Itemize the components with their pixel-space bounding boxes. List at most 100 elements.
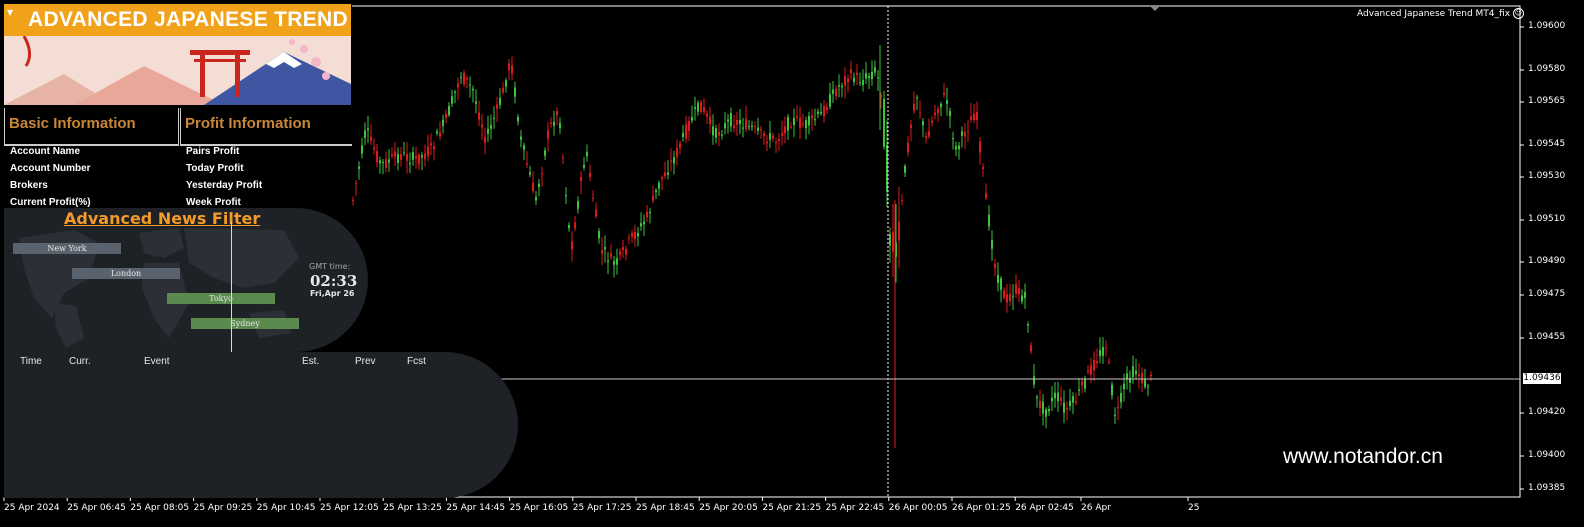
gmt-time: 02:33: [310, 272, 358, 290]
candle-body: [631, 233, 633, 237]
profit-info-header: Profit Information: [180, 108, 352, 146]
candle-body: [973, 113, 975, 120]
candle-body: [826, 107, 828, 111]
candle-body: [1021, 295, 1023, 302]
col-forecast: Fcst: [407, 356, 426, 367]
time-tick-label: 25: [1188, 503, 1200, 513]
candle-body: [769, 133, 771, 140]
candle-body: [373, 147, 375, 150]
candle-body: [1054, 392, 1056, 399]
dashboard-panel: ▼ ADVANCED JAPANESE TREND Basic Informat…: [4, 4, 352, 212]
candle-body: [526, 163, 528, 165]
candle-body: [1150, 374, 1152, 377]
candle-body: [829, 94, 831, 107]
candle-body: [529, 172, 531, 175]
candle-body: [1042, 401, 1044, 414]
candle-body: [751, 125, 753, 128]
candle-body: [985, 193, 987, 198]
smile-icon[interactable]: ☺: [1512, 8, 1524, 19]
candle-body: [943, 92, 945, 95]
candle-body: [841, 85, 843, 88]
candle-body: [1036, 396, 1038, 399]
candle-body: [571, 241, 573, 250]
time-tick-label: 25 Apr 18:45: [636, 503, 695, 513]
candle-body: [436, 131, 438, 134]
candle-body: [418, 154, 420, 165]
candle-body: [1093, 359, 1095, 371]
candle-body: [952, 138, 954, 140]
candle-body: [835, 89, 837, 96]
session-bar-new-york: New York: [13, 243, 121, 254]
candle-body: [1111, 384, 1113, 396]
candle-body: [1090, 365, 1092, 375]
candle-body: [994, 263, 996, 268]
candle-body: [469, 84, 471, 86]
candle-body: [976, 112, 978, 121]
candle-body: [967, 130, 969, 132]
candle-body: [721, 134, 723, 136]
candle-body: [733, 125, 735, 128]
time-tick-label: 25 Apr 14:45: [446, 503, 506, 513]
candle-body: [568, 225, 570, 229]
time-tick-label: 26 Apr 01:25: [952, 503, 1011, 513]
candle-body: [463, 72, 465, 85]
candle-body: [376, 151, 378, 163]
collapse-icon[interactable]: ▼: [7, 8, 13, 17]
candle-body: [613, 261, 615, 265]
candle-body: [865, 73, 867, 79]
candle-body: [736, 119, 738, 125]
candle-body: [820, 111, 822, 114]
price-tick-label: 1.09565: [1528, 96, 1566, 106]
price-tick-label: 1.09510: [1528, 214, 1566, 224]
candle-body: [481, 124, 483, 128]
candle-body: [685, 124, 687, 139]
candle-body: [778, 138, 780, 142]
candle-body: [724, 123, 726, 129]
candle-body: [1012, 296, 1014, 298]
candle-body: [1039, 400, 1041, 409]
candle-body: [754, 126, 756, 128]
col-previous: Prev: [355, 356, 376, 367]
candle-body: [739, 120, 741, 124]
candle-body: [505, 80, 507, 87]
price-tick-label: 1.09475: [1528, 289, 1566, 299]
candle-body: [472, 88, 474, 91]
candle-body: [991, 240, 993, 249]
candle-body: [1048, 409, 1050, 412]
candle-body: [904, 165, 906, 173]
session-bar-tokyo: Tokyo: [167, 293, 275, 304]
candle-body: [787, 117, 789, 131]
candle-body: [916, 97, 918, 99]
candle-body: [862, 80, 864, 85]
candle-body: [652, 195, 654, 201]
candle-body: [1069, 400, 1071, 407]
candle-body: [454, 91, 456, 93]
col-estimate: Est.: [302, 356, 320, 367]
time-tick-label: 26 Apr 02:45: [1015, 503, 1074, 513]
candle-body: [1102, 347, 1104, 356]
candle-body: [1024, 292, 1026, 298]
candle-body: [625, 248, 627, 255]
candle-body: [589, 173, 591, 177]
candle-body: [448, 105, 450, 116]
candle-body: [793, 117, 795, 126]
price-tick-label: 1.09600: [1528, 21, 1566, 31]
candle-body: [955, 146, 957, 150]
brokers-label: Brokers: [10, 180, 48, 191]
time-tick-label: 25 Apr 09:25: [193, 503, 253, 513]
candle-body: [1075, 401, 1077, 403]
candle-body: [355, 183, 357, 185]
time-cursor-line: [231, 222, 232, 352]
candle-body: [673, 157, 675, 164]
candle-body: [784, 126, 786, 134]
candle-body: [856, 72, 858, 76]
candle-body: [385, 158, 387, 168]
candle-body: [649, 212, 651, 214]
candle-body: [577, 201, 579, 209]
candle-body: [394, 151, 396, 157]
candle-body: [823, 106, 825, 117]
candle-body: [1006, 294, 1008, 303]
time-tick-label: 25 Apr 08:05: [130, 503, 190, 513]
candle-body: [541, 173, 543, 175]
candle-body: [775, 141, 777, 143]
